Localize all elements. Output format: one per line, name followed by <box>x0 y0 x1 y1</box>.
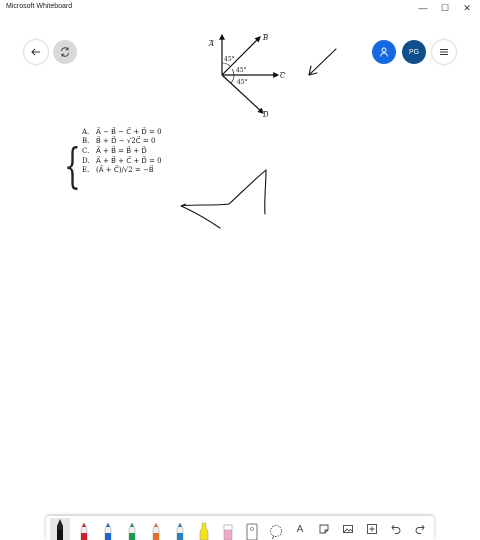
redo-button[interactable] <box>410 518 430 540</box>
pen-black-icon <box>57 519 63 540</box>
pen-black-tool[interactable] <box>50 518 70 540</box>
image-tool[interactable] <box>338 518 358 540</box>
angle-label-3: 45° <box>237 79 248 86</box>
vector-label-d: D <box>262 111 269 119</box>
pen-green-icon <box>128 522 136 540</box>
inking-toolbar: A <box>46 516 434 540</box>
text-tool[interactable]: A <box>290 518 310 540</box>
eraser-icon <box>223 524 233 540</box>
answer-options: A. A⃗ − B⃗ − C⃗ + D⃗ = 0 B. B⃗ + D⃗ − √2… <box>82 127 162 175</box>
vector-label-a: A <box>208 40 214 48</box>
freehand-arrow <box>308 48 337 76</box>
option-a: A. A⃗ − B⃗ − C⃗ + D⃗ = 0 <box>82 127 162 136</box>
lasso-icon <box>270 525 282 540</box>
angle-arc-ab <box>221 62 231 67</box>
pen-orange-icon <box>152 522 160 540</box>
freehand-scribble <box>180 169 267 229</box>
option-e: E. (A⃗ + C⃗)/√2 = −B⃗ <box>82 166 154 175</box>
vector-label-b: B <box>262 34 268 42</box>
note-tool[interactable] <box>314 518 334 540</box>
angle-arc-cd <box>230 74 235 84</box>
pen-blue-tool[interactable] <box>98 518 118 540</box>
undo-button[interactable] <box>386 518 406 540</box>
undo-icon <box>391 524 401 534</box>
close-button[interactable]: ✕ <box>456 0 478 16</box>
lasso-tool[interactable] <box>266 518 286 540</box>
insert-tool[interactable] <box>362 518 382 540</box>
sticky-note-icon <box>319 524 329 534</box>
maximize-button[interactable]: ☐ <box>434 0 456 16</box>
title-bar: Microsoft Whiteboard — ☐ ✕ <box>0 0 480 16</box>
left-brace: { <box>64 138 81 194</box>
window-title: Microsoft Whiteboard <box>6 3 73 10</box>
add-box-icon <box>367 524 377 534</box>
angle-label-2: 45° <box>236 67 247 74</box>
image-icon <box>343 525 353 533</box>
whiteboard-canvas[interactable]: A B C D 45° 45° 45° { A. A⃗ − B⃗ − C⃗ + … <box>0 16 480 516</box>
pen-teal-icon <box>176 522 184 540</box>
angle-label-1: 45° <box>224 56 235 63</box>
vector-diagram: A B C D 45° 45° 45° <box>208 33 286 119</box>
option-c: C. A⃗ + B⃗ = B⃗ + D⃗ <box>82 146 147 155</box>
ruler-tool[interactable] <box>242 518 262 540</box>
highlighter-tool[interactable] <box>194 518 214 540</box>
ink-layer: A B C D 45° 45° 45° <box>180 33 337 229</box>
pen-blue-icon <box>104 522 112 540</box>
angle-arc-bc <box>231 68 235 76</box>
pen-teal-tool[interactable] <box>170 518 190 540</box>
vector-label-c: C <box>280 72 286 80</box>
highlighter-icon <box>199 522 209 540</box>
text-icon: A <box>296 523 304 535</box>
ruler-icon <box>246 523 258 540</box>
pen-green-tool[interactable] <box>122 518 142 540</box>
eraser-tool[interactable] <box>218 518 238 540</box>
redo-icon <box>415 524 425 534</box>
option-d: D. A⃗ + B⃗ + C⃗ + D⃗ = 0 <box>82 156 162 165</box>
pen-orange-tool[interactable] <box>146 518 166 540</box>
option-b: B. B⃗ + D⃗ − √2C⃗ = 0 <box>82 137 156 146</box>
pen-red-tool[interactable] <box>74 518 94 540</box>
minimize-button[interactable]: — <box>412 0 434 16</box>
pen-red-icon <box>80 522 88 540</box>
